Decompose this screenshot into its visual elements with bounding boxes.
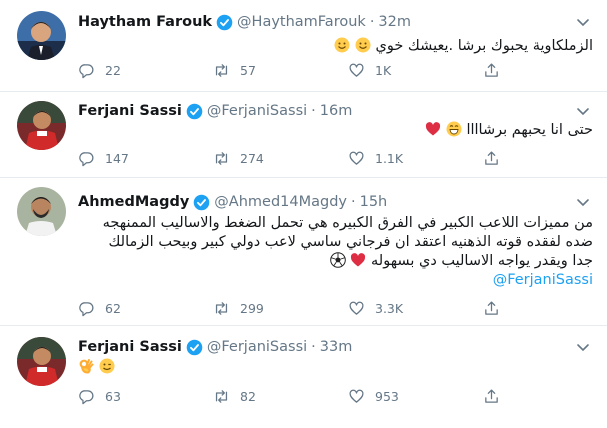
like-count: 953	[375, 389, 399, 404]
verified-badge-icon	[216, 14, 233, 31]
display-name[interactable]: Ferjani Sassi	[78, 339, 182, 355]
chevron-down-icon[interactable]	[575, 103, 591, 119]
retweet-button[interactable]: 299	[213, 300, 264, 317]
tweet-2[interactable]: Ferjani Sassi @FerjaniSassi · 16m حتى ان…	[0, 92, 607, 178]
timestamp[interactable]: 32m	[378, 14, 411, 30]
retweet-count: 299	[240, 301, 264, 316]
reply-icon	[79, 152, 94, 167]
tweet-actions: 22 57 1K	[78, 62, 508, 82]
smile-emoji	[334, 37, 350, 53]
retweet-icon	[215, 152, 228, 165]
separator-dot: ·	[311, 339, 316, 355]
chevron-down-icon[interactable]	[575, 194, 591, 210]
grin-emoji	[446, 121, 462, 137]
share-button[interactable]	[483, 62, 510, 79]
display-name[interactable]: AhmedMagdy	[78, 194, 189, 210]
share-button[interactable]	[483, 150, 510, 167]
share-icon	[485, 63, 498, 77]
smile-emoji	[355, 37, 371, 53]
like-count: 3.3K	[375, 301, 404, 316]
mention-link[interactable]: @FerjaniSassi	[78, 271, 593, 290]
tweet-text-line-1: من مميزات اللاعب الكبير في الفرق الكبيره…	[102, 215, 593, 231]
user-handle[interactable]: @FerjaniSassi	[207, 339, 307, 355]
retweet-button[interactable]: 57	[213, 62, 256, 79]
display-name[interactable]: Ferjani Sassi	[78, 103, 182, 119]
like-count: 1.1K	[375, 151, 404, 166]
tweet-actions: 63 82 953	[78, 388, 508, 408]
like-count: 1K	[375, 63, 392, 78]
heart-emoji	[350, 252, 366, 268]
separator-dot: ·	[311, 103, 316, 119]
retweet-icon	[215, 64, 228, 77]
tweet-text-body: حتى انا يحبهم برشاااا	[466, 122, 593, 138]
like-icon	[349, 301, 364, 315]
timestamp[interactable]: 16m	[320, 103, 353, 119]
tweet-text-line-3: جدا ويقدر يواجه الاساليب دي بسهوله	[371, 253, 593, 269]
verified-badge-icon	[193, 194, 210, 211]
user-handle[interactable]: @HaythamFarouk	[237, 14, 366, 30]
share-icon	[485, 389, 498, 403]
timestamp[interactable]: 33m	[320, 339, 353, 355]
ok-hand-emoji	[78, 358, 94, 374]
verified-badge-icon	[186, 103, 203, 120]
share-icon	[485, 151, 498, 165]
timestamp[interactable]: 15h	[360, 194, 388, 210]
tweet-actions: 62 299 3.3K	[78, 300, 508, 320]
reply-button[interactable]: 22	[78, 62, 121, 79]
avatar[interactable]	[17, 11, 66, 60]
tweet-text: حتى انا يحبهم برشاااا	[78, 121, 593, 140]
tweet-text-body: الزملكاوية يحبوك برشا .يعيشك خوي	[375, 38, 593, 54]
tweet-actions: 147 274 1.1K	[78, 150, 508, 170]
reply-button[interactable]: 147	[78, 150, 129, 167]
like-icon	[349, 151, 364, 165]
tweet-4[interactable]: Ferjani Sassi @FerjaniSassi · 33m 63 82 …	[0, 326, 607, 428]
avatar[interactable]	[17, 337, 66, 386]
avatar[interactable]	[17, 101, 66, 150]
like-button[interactable]: 1K	[348, 62, 391, 79]
chevron-down-icon[interactable]	[575, 339, 591, 355]
like-icon	[349, 63, 364, 77]
retweet-count: 274	[240, 151, 264, 166]
separator-dot: ·	[351, 194, 356, 210]
user-handle[interactable]: @Ahmed14Magdy	[214, 194, 347, 210]
reply-icon	[79, 64, 94, 79]
tweet-text: الزملكاوية يحبوك برشا .يعيشك خوي	[78, 37, 593, 56]
user-handle[interactable]: @FerjaniSassi	[207, 103, 307, 119]
separator-dot: ·	[369, 14, 375, 30]
like-button[interactable]: 3.3K	[348, 300, 403, 317]
retweet-button[interactable]: 274	[213, 150, 264, 167]
reply-button[interactable]: 62	[78, 300, 121, 317]
like-icon	[349, 389, 364, 403]
chevron-down-icon[interactable]	[575, 14, 591, 30]
heart-emoji	[425, 121, 441, 137]
reply-icon	[79, 390, 94, 405]
soccer-ball-emoji	[330, 252, 346, 268]
share-icon	[485, 301, 498, 315]
like-button[interactable]: 1.1K	[348, 150, 403, 167]
tweet-text: من مميزات اللاعب الكبير في الفرق الكبيره…	[78, 214, 593, 290]
tweet-text-line-2: ضده لفقده قوته الذهنيه اعتقد ان فرجاني س…	[108, 234, 593, 250]
share-button[interactable]	[483, 388, 510, 405]
reply-button[interactable]: 63	[78, 388, 121, 405]
reply-count: 147	[105, 151, 129, 166]
share-button[interactable]	[483, 300, 510, 317]
display-name[interactable]: Haytham Farouk	[78, 14, 212, 30]
retweet-button[interactable]: 82	[213, 388, 256, 405]
retweet-count: 82	[240, 389, 256, 404]
reply-count: 62	[105, 301, 121, 316]
reply-count: 63	[105, 389, 121, 404]
reply-count: 22	[105, 63, 121, 78]
tweet-1[interactable]: Haytham Farouk @HaythamFarouk · 32m الزم…	[0, 0, 607, 92]
reply-icon	[79, 302, 94, 317]
verified-badge-icon	[186, 339, 203, 356]
wink-emoji	[99, 358, 115, 374]
retweet-icon	[215, 302, 228, 315]
retweet-count: 57	[240, 63, 256, 78]
tweet-text	[78, 358, 593, 377]
tweet-3[interactable]: AhmedMagdy @Ahmed14Magdy · 15h من مميزات…	[0, 178, 607, 326]
like-button[interactable]: 953	[348, 388, 399, 405]
avatar[interactable]	[17, 187, 66, 236]
retweet-icon	[215, 390, 228, 403]
